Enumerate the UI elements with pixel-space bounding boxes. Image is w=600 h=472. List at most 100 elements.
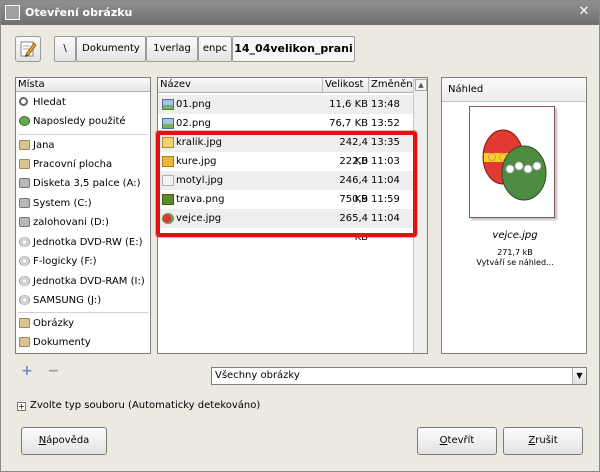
folder-icon	[19, 337, 30, 347]
place-drive-j[interactable]: SAMSUNG (J:)	[16, 291, 150, 310]
expand-icon[interactable]: +	[17, 402, 26, 411]
place-pictures[interactable]: Obrázky	[16, 314, 150, 333]
preview-file-size: 271,7 kB	[497, 248, 533, 257]
cancel-button[interactable]: Zrušit	[503, 427, 583, 455]
file-size: 265,4 KB	[339, 213, 368, 243]
remove-place-button[interactable]: −	[48, 363, 60, 379]
image-file-icon	[162, 156, 174, 167]
file-modified: 13:48	[371, 99, 400, 110]
place-search[interactable]: Hledat	[16, 93, 150, 112]
place-label: Jednotka DVD-RAM (I:)	[33, 276, 145, 287]
disc-icon	[19, 295, 30, 305]
file-type-label: Zvolte typ souboru (Automaticky deteková…	[30, 400, 261, 411]
image-file-icon	[162, 137, 174, 148]
places-header[interactable]: Místa	[16, 78, 150, 92]
place-label: Naposledy použité	[33, 116, 126, 127]
help-button[interactable]: Nápověda	[21, 427, 107, 455]
help-button-label: ápověda	[46, 435, 90, 446]
pencil-icon	[20, 41, 37, 57]
file-name: kralik.jpg	[176, 137, 223, 148]
file-list: Název Velikost Změněno 01.png 11,6 KB 13…	[157, 77, 428, 354]
place-drive-f[interactable]: F-logicky (F:)	[16, 252, 150, 271]
file-modified: 13:35	[371, 137, 400, 148]
place-label: System (C:)	[33, 198, 92, 209]
file-name: 01.png	[176, 99, 211, 110]
close-icon[interactable]: ✕	[577, 4, 591, 20]
file-row[interactable]: 02.png 76,7 KB 13:52	[158, 114, 414, 133]
place-label: Dokumenty	[33, 337, 91, 348]
file-name: motyl.jpg	[176, 175, 224, 186]
edit-location-button[interactable]	[15, 36, 41, 62]
file-row[interactable]: kure.jpg 222,0 KB 11:03	[158, 152, 414, 186]
disc-icon	[19, 237, 30, 247]
folder-icon	[19, 140, 30, 150]
search-icon	[19, 97, 28, 106]
file-modified: 11:03	[371, 156, 400, 167]
app-icon	[5, 5, 20, 20]
drive-icon	[19, 178, 30, 188]
file-row[interactable]: 01.png 11,6 KB 13:48	[158, 95, 414, 114]
disc-icon	[19, 276, 30, 286]
file-list-scrollbar[interactable]: ▲	[413, 78, 427, 353]
file-type-expander[interactable]: + Zvolte typ souboru (Automaticky detekov…	[17, 400, 260, 411]
file-list-header: Název Velikost Změněno	[158, 78, 419, 93]
open-button[interactable]: Otevřít	[417, 427, 497, 455]
column-modified[interactable]: Změněno	[369, 78, 419, 93]
place-documents[interactable]: Dokumenty	[16, 333, 150, 352]
file-row[interactable]: vejce.jpg 265,4 KB 11:04	[158, 209, 414, 243]
place-label: SAMSUNG (J:)	[33, 295, 102, 306]
recent-icon	[19, 116, 30, 126]
path-root-button[interactable]: \	[54, 36, 76, 62]
file-name: kure.jpg	[176, 156, 217, 167]
image-file-icon	[162, 118, 174, 129]
place-label: Jana	[33, 140, 55, 151]
place-jana[interactable]: Jana	[16, 136, 150, 155]
place-floppy[interactable]: Disketa 3,5 palce (A:)	[16, 174, 150, 193]
place-drive-i[interactable]: Jednotka DVD-RAM (I:)	[16, 272, 150, 291]
places-panel: Místa Hledat Naposledy použité Jana Prac…	[15, 77, 151, 354]
place-recent[interactable]: Naposledy použité	[16, 112, 150, 131]
place-desktop[interactable]: Pracovní plocha	[16, 155, 150, 174]
title-bar[interactable]: Otevření obrázku ✕	[1, 1, 599, 25]
place-drive-c[interactable]: System (C:)	[16, 194, 150, 213]
open-button-label: tevřít	[447, 435, 475, 446]
image-file-icon	[162, 175, 174, 186]
scroll-up-icon[interactable]: ▲	[415, 79, 427, 91]
drive-icon	[19, 217, 30, 227]
path-segment-enpc[interactable]: enpc	[198, 36, 232, 62]
preview-panel: Náhled vejce.jpg 271,7 kB Vytváří se náh…	[441, 77, 587, 354]
file-modified: 11:59	[371, 194, 400, 205]
file-filter-select[interactable]: Všechny obrázky ▼	[211, 367, 587, 385]
path-segment-dokumenty[interactable]: Dokumenty	[76, 36, 146, 62]
open-button-accel: O	[439, 435, 448, 446]
add-place-button[interactable]: +	[21, 363, 33, 379]
file-row[interactable]: trava.png 750,9 KB 11:59	[158, 190, 414, 224]
folder-icon	[19, 159, 30, 169]
place-drive-e[interactable]: Jednotka DVD-RW (E:)	[16, 233, 150, 252]
file-filter-value: Všechny obrázky	[215, 370, 300, 381]
image-file-icon	[162, 194, 174, 205]
place-drive-d[interactable]: zalohovani (D:)	[16, 213, 150, 232]
place-label: Pracovní plocha	[33, 159, 113, 170]
path-segment-current[interactable]: 14_04velikon_prani	[232, 36, 355, 62]
column-name[interactable]: Název	[158, 78, 323, 93]
window-title: Otevření obrázku	[25, 6, 133, 19]
easter-eggs-image	[482, 129, 547, 201]
place-label: Hledat	[33, 97, 66, 108]
path-segment-1verlag[interactable]: 1verlag	[146, 36, 198, 62]
file-name: 02.png	[176, 118, 211, 129]
place-label: zalohovani (D:)	[33, 217, 109, 228]
file-row[interactable]: motyl.jpg 246,4 KB 11:04	[158, 171, 414, 205]
preview-status: Vytváří se náhled...	[476, 258, 554, 267]
open-image-dialog: Otevření obrázku ✕ \ Dokumenty 1verlag e…	[0, 0, 600, 472]
cancel-button-label: rušit	[535, 435, 558, 446]
chevron-down-icon[interactable]: ▼	[572, 368, 586, 384]
place-label: F-logicky (F:)	[33, 256, 97, 267]
places-add-remove: + −	[21, 363, 69, 379]
column-size[interactable]: Velikost	[323, 78, 369, 93]
places-separator	[18, 134, 148, 135]
preview-header: Náhled	[442, 78, 586, 102]
file-row[interactable]: kralik.jpg 242,4 KB 13:35	[158, 133, 414, 167]
places-separator	[18, 312, 148, 313]
disc-icon	[19, 256, 30, 266]
